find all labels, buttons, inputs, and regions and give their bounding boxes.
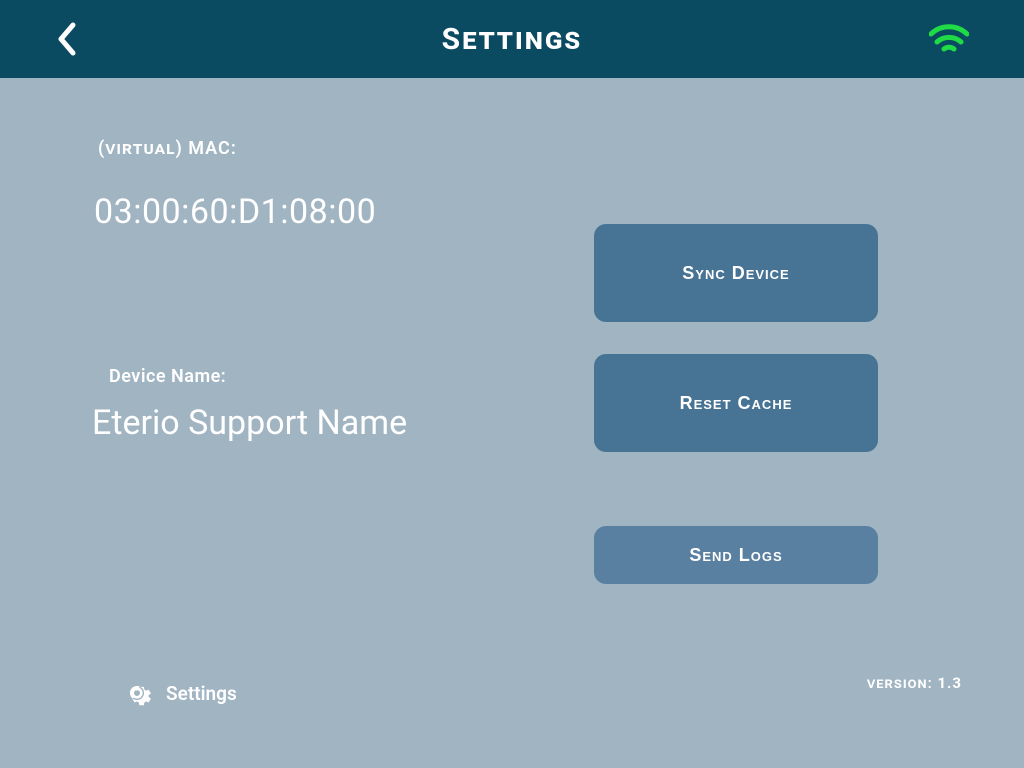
version-text: version: 1.3	[867, 674, 962, 692]
settings-nav-label: Settings	[166, 682, 237, 705]
mac-label-prefix: (virtual)	[98, 138, 183, 159]
mac-label: (virtual) MAC:	[98, 138, 237, 159]
chevron-left-icon	[55, 21, 77, 57]
mac-label-suffix: MAC:	[183, 138, 237, 159]
reset-cache-button[interactable]: Reset Cache	[594, 354, 878, 452]
settings-nav-item[interactable]: Settings	[122, 678, 237, 708]
wifi-status-icon	[929, 24, 969, 54]
settings-content: (virtual) MAC: 03:00:60:D1:08:00 Device …	[0, 78, 1024, 768]
version-number: 1.3	[937, 674, 962, 692]
page-title: Settings	[442, 22, 583, 57]
back-button[interactable]	[55, 21, 77, 57]
mac-address-value: 03:00:60:D1:08:00	[94, 192, 376, 232]
device-name-value: Eterio Support Name	[92, 403, 407, 443]
sync-device-button[interactable]: Sync Device	[594, 224, 878, 322]
gear-icon	[122, 678, 152, 708]
device-name-label: Device Name:	[109, 366, 226, 387]
version-label: version:	[867, 674, 933, 692]
send-logs-button[interactable]: Send Logs	[594, 526, 878, 584]
app-header: Settings	[0, 0, 1024, 78]
